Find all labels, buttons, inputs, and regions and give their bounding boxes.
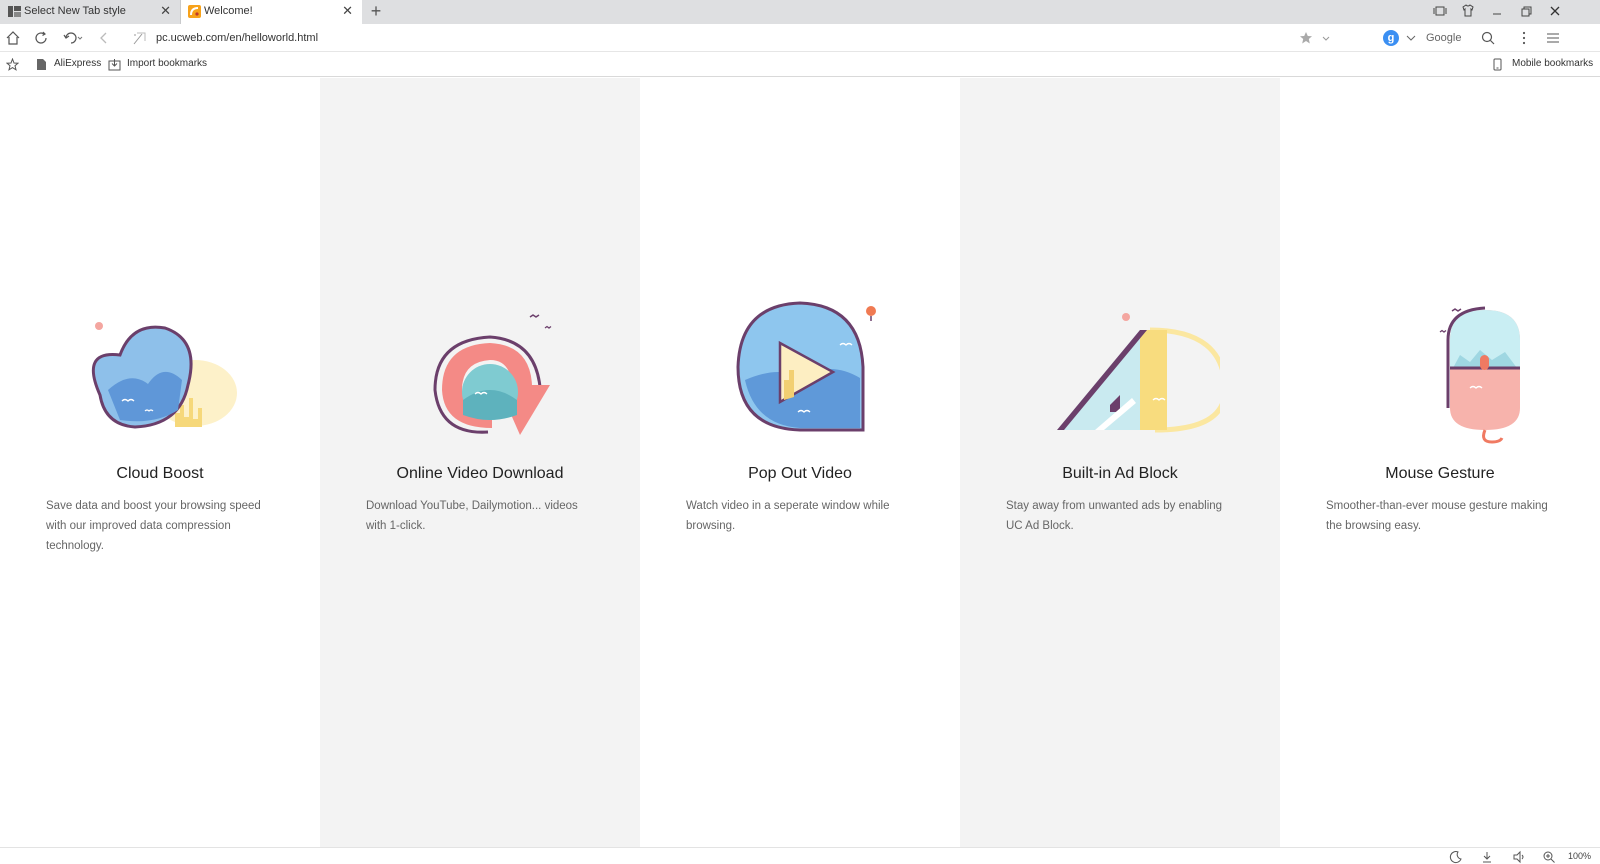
cloud-illustration	[91, 322, 237, 429]
feature-built-in-ad-block: Built-in Ad Block Stay away from unwante…	[960, 78, 1280, 847]
reload-icon[interactable]	[33, 30, 49, 46]
mobile-icon	[1493, 58, 1502, 71]
page-icon	[37, 59, 46, 70]
tab-welcome[interactable]: Welcome! ✕	[180, 0, 362, 24]
grid-page-icon	[8, 6, 21, 17]
bookmark-aliexpress[interactable]: AliExpress	[54, 58, 101, 69]
chevron-down-icon[interactable]	[1318, 30, 1334, 46]
feature-description: Stay away from unwanted ads by enabling …	[1006, 500, 1223, 532]
feature-description: Save data and boost your browsing speed …	[46, 500, 261, 552]
site-info-icon[interactable]	[132, 30, 148, 46]
zoom-level[interactable]: 100%	[1568, 851, 1591, 861]
ad-letters-illustration	[1057, 313, 1220, 433]
night-mode-icon[interactable]	[1449, 850, 1463, 864]
tab-select-new-tab-style[interactable]: Select New Tab style ✕	[0, 0, 180, 24]
feature-online-video-download: Online Video Download Download YouTube, …	[320, 78, 640, 847]
menu-icon[interactable]	[1545, 30, 1561, 46]
address-bar: pc.ucweb.com/en/helloworld.html g Google	[0, 24, 1600, 52]
feature-description: Smoother-than-ever mouse gesture making …	[1326, 500, 1548, 532]
feature-cloud-boost: Cloud Boost Save data and boost your bro…	[0, 78, 320, 847]
tab-label: Select New Tab style	[24, 5, 126, 17]
feature-description: Watch video in a seperate window while b…	[686, 500, 890, 532]
import-icon	[108, 59, 121, 71]
close-icon[interactable]: ✕	[160, 3, 171, 19]
uc-browser-logo-icon	[188, 5, 201, 18]
zoom-icon[interactable]	[1542, 850, 1556, 864]
feature-title: Online Video Download	[396, 465, 564, 482]
search-icon[interactable]	[1480, 30, 1496, 46]
bookmark-import[interactable]: Import bookmarks	[127, 58, 207, 69]
feature-description: Download YouTube, Dailymotion... videos …	[366, 500, 578, 532]
new-tab-button[interactable]: +	[368, 0, 384, 22]
minimize-icon[interactable]	[1489, 3, 1505, 19]
mobile-bookmarks-link[interactable]: Mobile bookmarks	[1512, 58, 1593, 69]
search-engine-logo[interactable]: g	[1383, 30, 1399, 46]
status-bar: 100%	[0, 847, 1600, 864]
shirt-skin-icon[interactable]	[1460, 3, 1476, 19]
feature-pop-out-video: Pop Out Video Watch video in a seperate …	[640, 78, 960, 847]
tab-label: Welcome!	[204, 5, 253, 17]
download-arrow-illustration	[433, 314, 552, 435]
speaker-icon[interactable]	[1512, 850, 1526, 864]
url-field[interactable]: pc.ucweb.com/en/helloworld.html	[156, 32, 318, 44]
download-icon[interactable]	[1480, 850, 1494, 864]
play-bubble-illustration	[736, 301, 876, 432]
close-icon[interactable]: ✕	[342, 3, 353, 19]
feature-title: Built-in Ad Block	[1062, 465, 1178, 482]
undo-closed-tab-icon[interactable]	[62, 30, 84, 46]
star-outline-icon[interactable]	[6, 58, 19, 71]
feature-title: Pop Out Video	[748, 465, 852, 482]
feature-mouse-gesture: Mouse Gesture Smoother-than-ever mouse g…	[1280, 78, 1600, 847]
bookmarks-bar: AliExpress Import bookmarks Mobile bookm…	[0, 53, 1600, 77]
feature-title: Cloud Boost	[116, 465, 204, 482]
star-bookmark-icon[interactable]	[1298, 30, 1314, 46]
close-window-icon[interactable]	[1547, 3, 1563, 19]
feature-title: Mouse Gesture	[1385, 465, 1495, 482]
back-icon[interactable]	[96, 30, 112, 46]
restore-icon[interactable]	[1518, 3, 1534, 19]
tab-bar: Select New Tab style ✕ Welcome! ✕ +	[0, 0, 1600, 24]
search-input[interactable]: Google	[1426, 32, 1461, 44]
mouse-illustration	[1439, 306, 1520, 444]
chevron-down-icon[interactable]	[1403, 30, 1419, 46]
welcome-content: Cloud Boost Save data and boost your bro…	[0, 78, 1600, 847]
home-icon[interactable]	[5, 30, 21, 46]
more-vertical-icon[interactable]	[1516, 30, 1532, 46]
tab-list-icon[interactable]	[1432, 3, 1448, 19]
